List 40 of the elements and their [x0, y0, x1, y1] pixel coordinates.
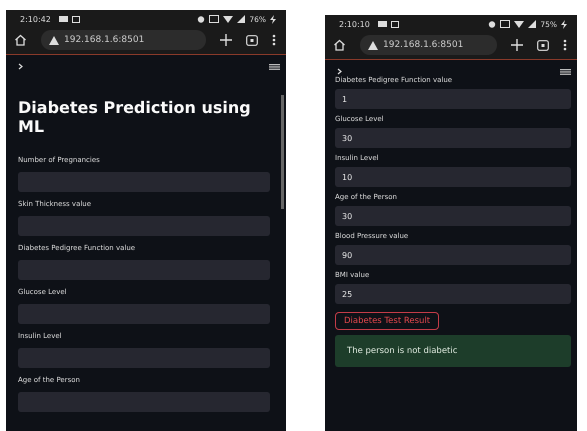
result-message: The person is not diabetic — [335, 335, 571, 367]
more-menu-icon[interactable] — [272, 34, 276, 46]
hamburger-menu-icon[interactable] — [269, 64, 280, 70]
input-field[interactable]: 1 — [335, 89, 571, 109]
hamburger-menu-icon[interactable] — [560, 68, 571, 74]
scrollbar[interactable] — [281, 95, 284, 209]
page-title: Diabetes Prediction using ML — [18, 98, 252, 136]
tabs-icon[interactable] — [246, 34, 258, 46]
input-field[interactable]: 10 — [335, 167, 571, 187]
input-field[interactable]: 90 — [335, 245, 571, 265]
input-field[interactable] — [18, 304, 270, 324]
input-field[interactable]: 25 — [335, 284, 571, 304]
chevron-right-icon[interactable] — [18, 63, 23, 70]
plus-icon[interactable] — [511, 39, 523, 51]
input-field[interactable] — [18, 172, 270, 192]
charging-icon — [561, 20, 567, 28]
address-bar[interactable]: 192.168.1.6:8501 — [41, 30, 206, 50]
tabs-icon[interactable] — [537, 40, 549, 50]
address-bar[interactable]: 192.168.1.6:8501 — [360, 35, 497, 55]
home-icon[interactable] — [333, 39, 346, 51]
input-field[interactable] — [18, 260, 270, 280]
warning-icon — [49, 36, 59, 44]
plus-icon[interactable] — [220, 34, 232, 46]
test-result-button[interactable]: Diabetes Test Result — [335, 312, 440, 330]
input-field[interactable] — [18, 348, 270, 368]
wifi-icon — [514, 20, 524, 28]
wifi-icon — [223, 15, 234, 23]
charging-icon — [270, 14, 276, 24]
home-icon[interactable] — [14, 34, 27, 46]
signal-icon — [237, 15, 246, 23]
input-field[interactable]: 30 — [335, 206, 571, 226]
status-time: 2:10:42 — [20, 14, 51, 24]
signal-icon — [528, 20, 536, 28]
status-time: 2:10:10 — [339, 20, 370, 28]
input-field[interactable] — [18, 216, 270, 236]
input-field[interactable] — [18, 392, 270, 412]
more-menu-icon[interactable] — [563, 39, 567, 51]
warning-icon — [368, 40, 378, 50]
chevron-right-icon[interactable] — [337, 68, 342, 75]
input-field[interactable]: 30 — [335, 128, 571, 148]
